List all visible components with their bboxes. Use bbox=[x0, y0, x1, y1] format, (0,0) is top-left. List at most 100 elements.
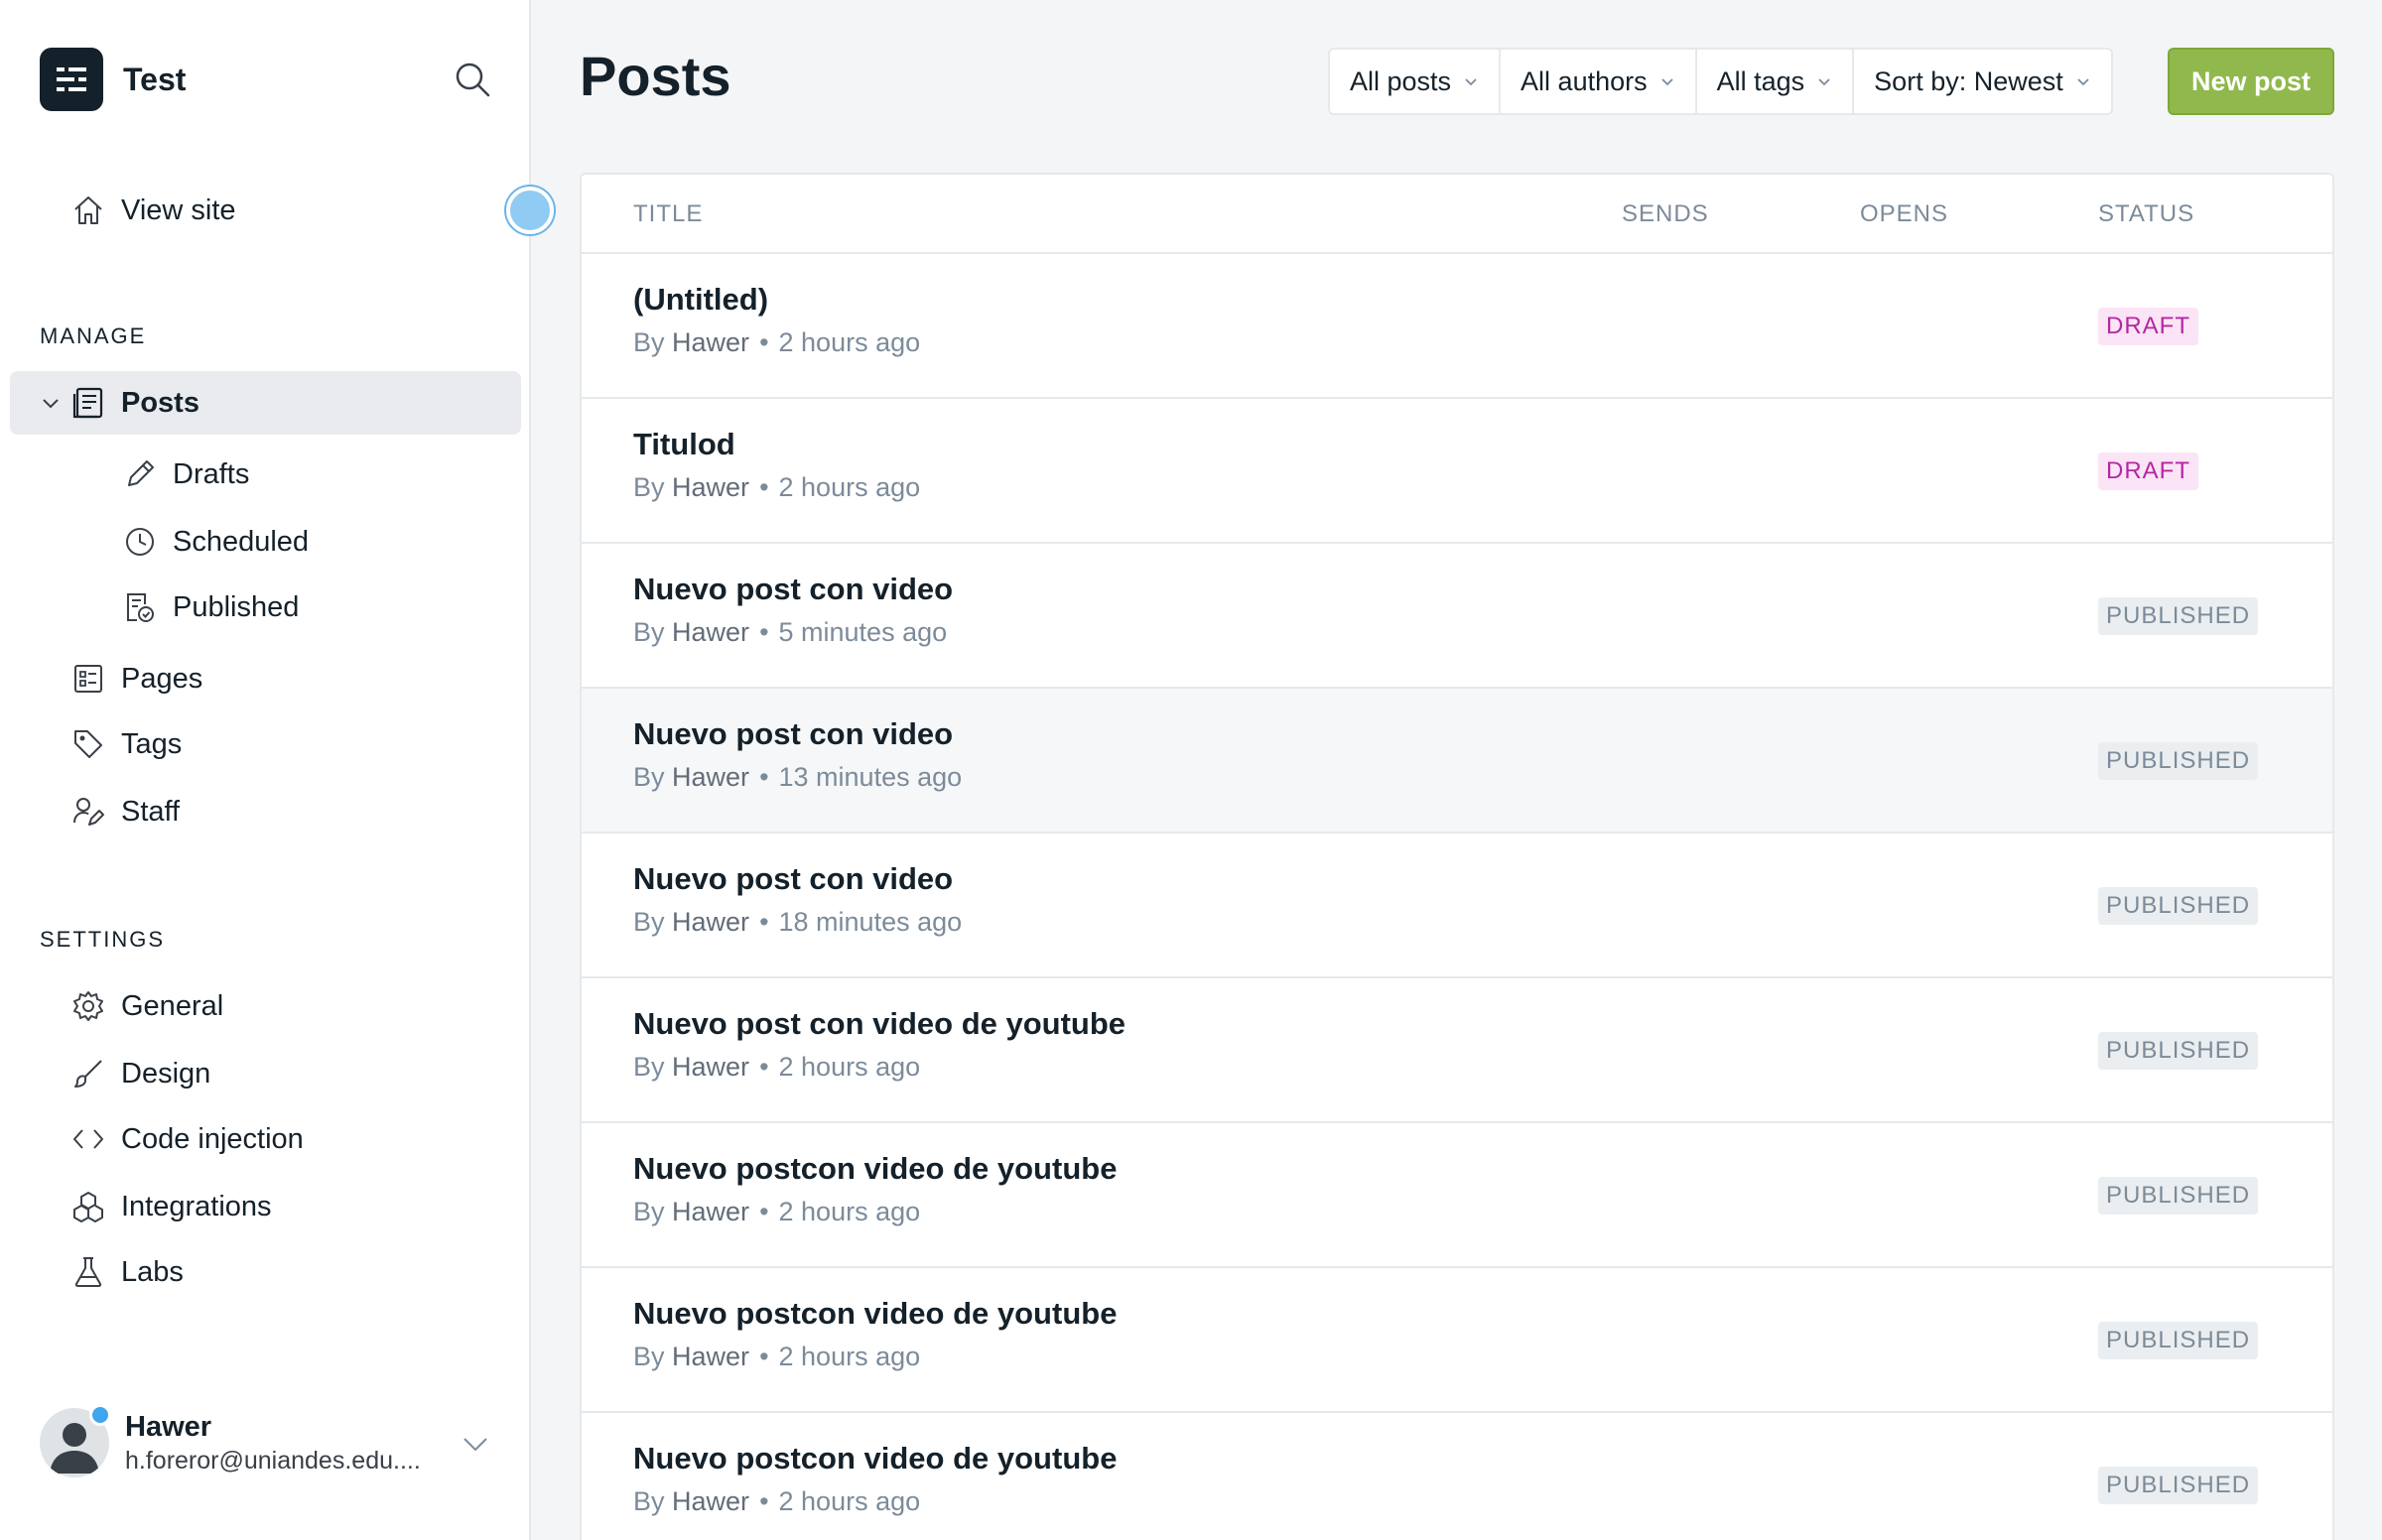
meta-by: By bbox=[633, 1342, 665, 1371]
table-row[interactable]: Titulod By Hawer • 2 hours ago DRAFT bbox=[582, 399, 2332, 544]
meta-by: By bbox=[633, 1197, 665, 1226]
sidebar-item-published[interactable]: Published bbox=[10, 576, 521, 639]
status-badge: PUBLISHED bbox=[2098, 887, 2259, 925]
post-time: 18 minutes ago bbox=[778, 907, 963, 937]
post-title: Nuevo post con video de youtube bbox=[633, 1006, 1126, 1041]
staff-icon bbox=[71, 795, 105, 829]
sidebar-item-staff[interactable]: Staff bbox=[10, 780, 521, 843]
table-row[interactable]: Nuevo post con video By Hawer • 5 minutes … bbox=[582, 544, 2332, 689]
post-title: Nuevo post con video bbox=[633, 572, 954, 606]
user-name: Hawer bbox=[125, 1411, 212, 1444]
brand[interactable]: Test bbox=[40, 48, 186, 111]
sidebar-item-label: Scheduled bbox=[173, 525, 310, 558]
post-title: Nuevo post con video bbox=[633, 861, 954, 896]
chevron-down-icon[interactable] bbox=[40, 392, 62, 414]
filter-label: Sort by: Newest bbox=[1874, 65, 2063, 96]
sidebar-item-general[interactable]: General bbox=[10, 974, 521, 1038]
column-status[interactable]: STATUS bbox=[2098, 200, 2194, 228]
published-doc-icon bbox=[123, 590, 157, 624]
post-title: Nuevo postcon video de youtube bbox=[633, 1151, 1118, 1186]
meta-separator: • bbox=[759, 617, 769, 647]
sidebar-item-labs[interactable]: Labs bbox=[10, 1240, 521, 1304]
filter-all-posts[interactable]: All posts bbox=[1330, 50, 1502, 113]
sidebar-item-label: View site bbox=[121, 193, 236, 226]
sidebar-item-label: Integrations bbox=[121, 1190, 272, 1222]
meta-by: By bbox=[633, 907, 665, 937]
filter-all-authors[interactable]: All authors bbox=[1501, 50, 1697, 113]
column-opens[interactable]: OPENS bbox=[1860, 200, 1948, 228]
table-header: TITLE SENDS OPENS STATUS bbox=[582, 175, 2332, 254]
filter-bar: All posts All authors All tags Sort by: … bbox=[1328, 48, 2113, 115]
post-author: Hawer bbox=[672, 1197, 750, 1226]
manage-section-label: MANAGE bbox=[40, 323, 147, 348]
post-title: Nuevo post con video bbox=[633, 716, 954, 751]
meta-separator: • bbox=[759, 1342, 769, 1371]
sidebar-item-design[interactable]: Design bbox=[10, 1042, 521, 1105]
table-row[interactable]: Nuevo post con video de youtube By Hawer… bbox=[582, 978, 2332, 1123]
integrations-icon bbox=[71, 1190, 105, 1223]
sidebar-item-drafts[interactable]: Drafts bbox=[10, 443, 521, 506]
table-row[interactable]: Nuevo postcon video de youtube By Hawer •… bbox=[582, 1268, 2332, 1413]
sidebar-item-label: General bbox=[121, 989, 224, 1022]
sidebar-item-integrations[interactable]: Integrations bbox=[10, 1175, 521, 1238]
post-meta: By Hawer • 2 hours ago bbox=[633, 1052, 920, 1083]
page-title: Posts bbox=[580, 45, 731, 107]
sidebar-item-label: Pages bbox=[121, 662, 203, 695]
meta-separator: • bbox=[759, 1052, 769, 1082]
post-title: Titulod bbox=[633, 427, 735, 461]
meta-separator: • bbox=[759, 1197, 769, 1226]
meta-by: By bbox=[633, 327, 665, 357]
post-title: Nuevo postcon video de youtube bbox=[633, 1296, 1118, 1331]
new-post-button[interactable]: New post bbox=[2168, 48, 2334, 115]
sidebar-item-posts[interactable]: Posts bbox=[10, 371, 521, 435]
filter-sort[interactable]: Sort by: Newest bbox=[1854, 50, 2111, 113]
pencil-icon bbox=[123, 457, 157, 491]
table-row[interactable]: Nuevo post con video By Hawer • 13 minutes… bbox=[582, 689, 2332, 834]
clock-icon bbox=[123, 525, 157, 559]
home-icon bbox=[71, 193, 105, 227]
sidebar-item-pages[interactable]: Pages bbox=[10, 647, 521, 710]
post-time: 2 hours ago bbox=[778, 1197, 921, 1226]
sidebar-item-tags[interactable]: Tags bbox=[10, 712, 521, 776]
post-meta: By Hawer • 2 hours ago bbox=[633, 1342, 920, 1372]
post-time: 2 hours ago bbox=[778, 472, 921, 502]
filter-all-tags[interactable]: All tags bbox=[1697, 50, 1855, 113]
post-author: Hawer bbox=[672, 907, 750, 937]
post-meta: By Hawer • 2 hours ago bbox=[633, 472, 920, 503]
post-time: 2 hours ago bbox=[778, 327, 921, 357]
meta-by: By bbox=[633, 1052, 665, 1082]
table-row[interactable]: Nuevo post con video By Hawer • 18 minutes… bbox=[582, 834, 2332, 978]
posts-table: TITLE SENDS OPENS STATUS (Untitled) By H… bbox=[580, 173, 2334, 1540]
table-row[interactable]: Nuevo postcon video de youtube By Hawer •… bbox=[582, 1413, 2332, 1540]
meta-by: By bbox=[633, 472, 665, 502]
column-sends[interactable]: SENDS bbox=[1622, 200, 1709, 228]
meta-by: By bbox=[633, 762, 665, 792]
sidebar-item-code-injection[interactable]: Code injection bbox=[10, 1107, 521, 1171]
meta-separator: • bbox=[759, 1486, 769, 1516]
sidebar-item-scheduled[interactable]: Scheduled bbox=[10, 510, 521, 574]
filter-label: All authors bbox=[1521, 65, 1648, 96]
sidebar-item-label: Code injection bbox=[121, 1122, 304, 1155]
table-row[interactable]: Nuevo postcon video de youtube By Hawer •… bbox=[582, 1123, 2332, 1268]
notification-dot[interactable] bbox=[506, 187, 554, 234]
filter-label: All posts bbox=[1350, 65, 1452, 96]
post-time: 2 hours ago bbox=[778, 1486, 921, 1516]
post-meta: By Hawer • 2 hours ago bbox=[633, 1486, 920, 1517]
post-time: 5 minutes ago bbox=[778, 617, 948, 647]
post-author: Hawer bbox=[672, 1342, 750, 1371]
posts-icon bbox=[71, 386, 105, 420]
code-icon bbox=[71, 1122, 105, 1156]
post-author: Hawer bbox=[672, 762, 750, 792]
meta-separator: • bbox=[759, 327, 769, 357]
search-icon[interactable] bbox=[453, 60, 492, 99]
column-title[interactable]: TITLE bbox=[633, 200, 703, 228]
table-row[interactable]: (Untitled) By Hawer • 2 hours ago DRAFT bbox=[582, 254, 2332, 399]
filter-label: All tags bbox=[1716, 65, 1805, 96]
user-menu[interactable]: Hawer h.foreror@uniandes.edu.... bbox=[40, 1404, 496, 1480]
user-email: h.foreror@uniandes.edu.... bbox=[125, 1446, 421, 1475]
brush-icon bbox=[71, 1057, 105, 1091]
meta-separator: • bbox=[759, 762, 769, 792]
post-time: 13 minutes ago bbox=[778, 762, 963, 792]
chevron-down-icon[interactable] bbox=[461, 1429, 490, 1459]
sidebar-item-view-site[interactable]: View site bbox=[10, 179, 521, 242]
